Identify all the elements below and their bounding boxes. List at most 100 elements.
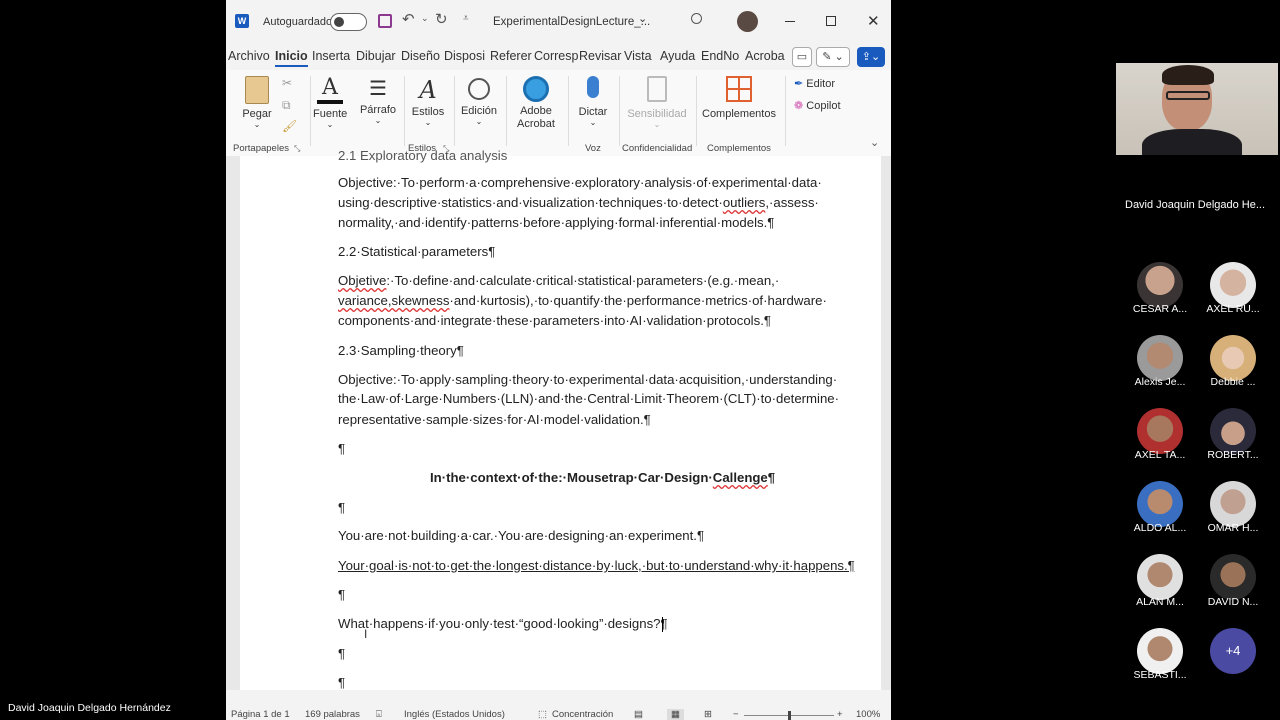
participant-avatar[interactable] [1210, 554, 1256, 600]
print-layout-icon[interactable]: ▦ [667, 709, 684, 720]
document-area[interactable]: 2.1 Exploratory data analysis Objective:… [226, 148, 891, 690]
read-mode-icon[interactable]: ▤ [634, 709, 643, 720]
search-icon[interactable] [691, 13, 702, 24]
customize-toolbar-icon[interactable]: ⩡ [463, 13, 469, 24]
language-status[interactable]: Inglés (Estados Unidos) [404, 709, 505, 720]
font-button[interactable]: A Fuente ⌄ [313, 76, 347, 130]
tab-revisar[interactable]: Revisar [579, 49, 621, 63]
editor-pen-icon: ✒ [794, 78, 804, 90]
objective-eda-line-1: Objective:·To·perform·a·comprehensive·ex… [338, 175, 822, 190]
participant-avatar[interactable] [1137, 335, 1183, 381]
format-painter-icon[interactable]: 🖌 [282, 119, 297, 133]
proofing-icon[interactable]: ⌺ [376, 709, 382, 720]
spelling-error: outliers [722, 195, 766, 210]
participant-avatar[interactable] [1210, 335, 1256, 381]
participant-name: Debbie ... [1210, 376, 1256, 388]
tab-ayuda[interactable]: Ayuda [660, 49, 695, 63]
user-avatar-icon[interactable] [737, 11, 758, 32]
tab-acrobat[interactable]: Acroba [745, 49, 785, 63]
dictate-button[interactable]: Dictar ⌄ [572, 76, 614, 127]
clipboard-icon [245, 76, 269, 104]
paragraph-button[interactable]: ☰ Párrafo ⌄ [358, 76, 398, 125]
tab-disposicion[interactable]: Disposi [444, 49, 485, 63]
tab-referencias[interactable]: Referer [490, 49, 532, 63]
tab-endnote[interactable]: EndNo [701, 49, 739, 63]
copilot-button[interactable]: ❁ Copilot [794, 99, 841, 112]
close-icon[interactable]: ✕ [867, 12, 880, 30]
save-icon[interactable] [378, 14, 392, 28]
paste-button[interactable]: Pegar ⌄ [240, 76, 274, 129]
objective-eda-line-2: using·descriptive·statistics·and·visuali… [338, 195, 819, 210]
zoom-in-icon[interactable]: + [837, 709, 843, 720]
ribbon-tabs: Archivo Inicio Inserta Dibujar Diseño Di… [226, 44, 891, 70]
participant-avatar[interactable] [1210, 481, 1256, 527]
sensitivity-icon [647, 76, 667, 102]
cut-icon[interactable]: ✂ [282, 76, 292, 90]
tab-insertar[interactable]: Inserta [312, 49, 350, 63]
empty-paragraph: ¶ [338, 441, 346, 456]
page-count[interactable]: Página 1 de 1 [231, 709, 290, 720]
comments-icon[interactable]: ▭ [792, 47, 812, 67]
tab-vista[interactable]: Vista [624, 49, 652, 63]
tab-inicio[interactable]: Inicio [275, 49, 308, 67]
minimize-icon[interactable] [785, 21, 795, 22]
screen: { "window": { "autosave_label": "Autogua… [0, 0, 1280, 720]
styles-button[interactable]: A Estilos ⌄ [410, 76, 446, 127]
addins-button[interactable]: Complementos [700, 76, 778, 120]
document-page[interactable]: 2.1 Exploratory data analysis Objective:… [240, 148, 881, 690]
objective-stats-line-3: components·and·integrate·these·parameter… [338, 313, 771, 328]
cut-heading: 2.1 Exploratory data analysis [338, 148, 508, 163]
autosave-toggle[interactable] [330, 13, 367, 31]
experiment-statement: You·are·not·building·a·car.·You·are·desi… [338, 528, 705, 543]
participant-avatar[interactable] [1210, 262, 1256, 308]
focus-mode-icon[interactable]: ⬚ [538, 709, 547, 720]
file-name-chevron-icon[interactable]: ⌄ [638, 12, 647, 25]
sensitivity-button[interactable]: Sensibilidad ⌄ [624, 76, 690, 129]
participant-name: CESAR A... [1132, 303, 1188, 315]
zoom-level[interactable]: 100% [856, 709, 880, 720]
file-name[interactable]: ExperimentalDesignLecture_... [493, 11, 650, 33]
word-count[interactable]: 169 palabras [305, 709, 360, 720]
speaker-video[interactable] [1116, 63, 1278, 155]
web-layout-icon[interactable]: ⊞ [704, 709, 712, 720]
editing-button[interactable]: Edición ⌄ [458, 76, 500, 126]
adobe-acrobat-button[interactable]: Adobe Acrobat [510, 76, 562, 131]
tab-archivo[interactable]: Archivo [228, 49, 270, 63]
maximize-icon[interactable] [826, 16, 836, 26]
clipboard-launcher-icon[interactable]: ⤡ [294, 144, 300, 154]
participant-avatar[interactable] [1137, 262, 1183, 308]
undo-icon[interactable]: ↶ [402, 10, 415, 28]
objective-eda-line-3: normality,·and·identify·patterns·before·… [338, 215, 775, 230]
participant-avatar[interactable] [1137, 628, 1183, 674]
copy-icon[interactable]: ⧉ [282, 98, 291, 113]
objective-sampling-line-1: Objective:·To·apply·sampling·theory·to·e… [338, 372, 838, 387]
empty-paragraph: ¶ [338, 500, 346, 515]
participant-avatar[interactable] [1137, 481, 1183, 527]
speaker-name: David Joaquin Delgado He... [1125, 199, 1266, 211]
tab-dibujar[interactable]: Dibujar [356, 49, 396, 63]
heading-statistical-parameters: 2.2·Statistical·parameters¶ [338, 244, 496, 259]
editing-mode-button[interactable]: ✎ ⌄ [816, 47, 850, 67]
tab-correspondencia[interactable]: Corresp [534, 49, 578, 63]
ribbon-collapse-icon[interactable]: ⌄ [870, 136, 879, 149]
participant-avatar[interactable] [1210, 408, 1256, 454]
participant-name: Alexis Je... [1134, 376, 1186, 388]
undo-dropdown-icon[interactable]: ⌄ [421, 13, 429, 24]
participant-name: ALAN M... [1136, 596, 1184, 608]
zoom-slider[interactable] [744, 711, 834, 720]
more-participants-button[interactable]: +4 [1210, 628, 1256, 674]
clipboard-group-label: Portapapeles [233, 143, 289, 154]
status-bar: Página 1 de 1 169 palabras ⌺ Inglés (Est… [226, 706, 891, 720]
tab-diseno[interactable]: Diseño [401, 49, 440, 63]
focus-mode-button[interactable]: Concentración [552, 709, 613, 720]
objective-stats-line-1: Objetive:·To·define·and·calculate·critic… [338, 273, 780, 288]
speaker-hair [1162, 65, 1214, 85]
share-button[interactable]: ⇪⌄ [857, 47, 885, 67]
editor-button[interactable]: ✒ Editor [794, 77, 835, 90]
zoom-out-icon[interactable]: − [733, 709, 739, 720]
paragraph-icon: ☰ [369, 78, 387, 100]
redo-icon[interactable]: ↻ [435, 10, 448, 28]
participant-avatar[interactable] [1137, 554, 1183, 600]
microphone-icon [587, 76, 599, 98]
participant-avatar[interactable] [1137, 408, 1183, 454]
